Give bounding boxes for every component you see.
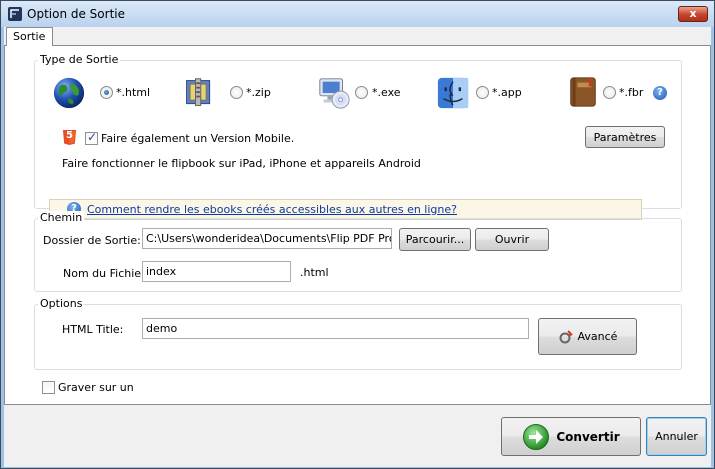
convert-button[interactable]: Convertir [501, 417, 641, 456]
open-button[interactable]: Ouvrir [475, 228, 549, 251]
radio-fbr[interactable] [603, 86, 616, 99]
advanced-button[interactable]: Avancé [538, 318, 637, 355]
radio-zip[interactable] [230, 86, 243, 99]
radio-html[interactable] [100, 86, 113, 99]
options-group-label: Options [38, 297, 85, 310]
file-name-input[interactable]: index [142, 261, 291, 282]
radio-app-label[interactable]: *.app [492, 86, 522, 99]
mobile-note: Faire fonctionner le flipbook sur iPad, … [62, 157, 421, 170]
advanced-button-label: Avancé [577, 330, 618, 343]
arrow-right-icon [523, 423, 550, 450]
mobile-version-checkbox[interactable] [85, 130, 98, 145]
path-group-label: Chemin [38, 211, 85, 224]
radio-zip-label[interactable]: *.zip [246, 86, 271, 99]
browse-button[interactable]: Parcourir... [399, 228, 471, 251]
mobile-version-label[interactable]: Faire également un Version Mobile. [101, 132, 294, 145]
html5-badge-text: 5 [66, 130, 73, 141]
mac-finder-icon [437, 77, 469, 109]
radio-app[interactable] [476, 86, 489, 99]
radio-exe[interactable] [355, 86, 368, 99]
globe-icon [53, 77, 85, 109]
help-icon[interactable]: ? [653, 86, 667, 100]
html-title-label: HTML Title: [62, 323, 124, 336]
tab-panel-sortie: Type de Sortie *.html *.zip *.exe *.app … [4, 45, 711, 405]
burn-checkbox[interactable] [42, 381, 55, 394]
close-button[interactable]: x [678, 6, 708, 22]
app-logo-icon [8, 7, 22, 21]
dialog-client: Type de Sortie *.html *.zip *.exe *.app … [4, 27, 711, 467]
window-title: Option de Sortie [27, 7, 125, 21]
html-title-input[interactable]: demo [142, 318, 529, 339]
zip-archive-icon [186, 78, 211, 106]
file-extension: .html [300, 266, 329, 279]
parameters-button[interactable]: Paramètres [585, 126, 665, 148]
radio-html-label[interactable]: *.html [116, 86, 150, 99]
dialog-window: Option de Sortie x Type de Sortie *.html [0, 0, 715, 469]
radio-exe-label[interactable]: *.exe [372, 86, 401, 99]
title-bar[interactable]: Option de Sortie x [1, 1, 714, 27]
book-icon [570, 77, 596, 107]
help-info-bar: ? Comment rendre les ebooks créés access… [49, 199, 642, 220]
cancel-button[interactable]: Annuler [646, 417, 707, 456]
convert-button-label: Convertir [556, 429, 620, 444]
burn-label[interactable]: Graver sur un [58, 381, 134, 394]
accessibility-help-link[interactable]: Comment rendre les ebooks créés accessib… [87, 203, 457, 216]
output-folder-label: Dossier de Sortie: [43, 234, 141, 247]
output-folder-input[interactable]: C:\Users\wonderidea\Documents\Flip PDF P… [142, 228, 392, 249]
computer-cd-icon [319, 78, 350, 109]
advanced-settings-icon [559, 329, 573, 343]
tab-sortie[interactable]: Sortie [6, 27, 54, 46]
output-type-group-label: Type de Sortie [38, 53, 121, 66]
file-name-label: Nom du Fichier: [63, 267, 150, 280]
radio-fbr-label[interactable]: *.fbr [619, 86, 643, 99]
